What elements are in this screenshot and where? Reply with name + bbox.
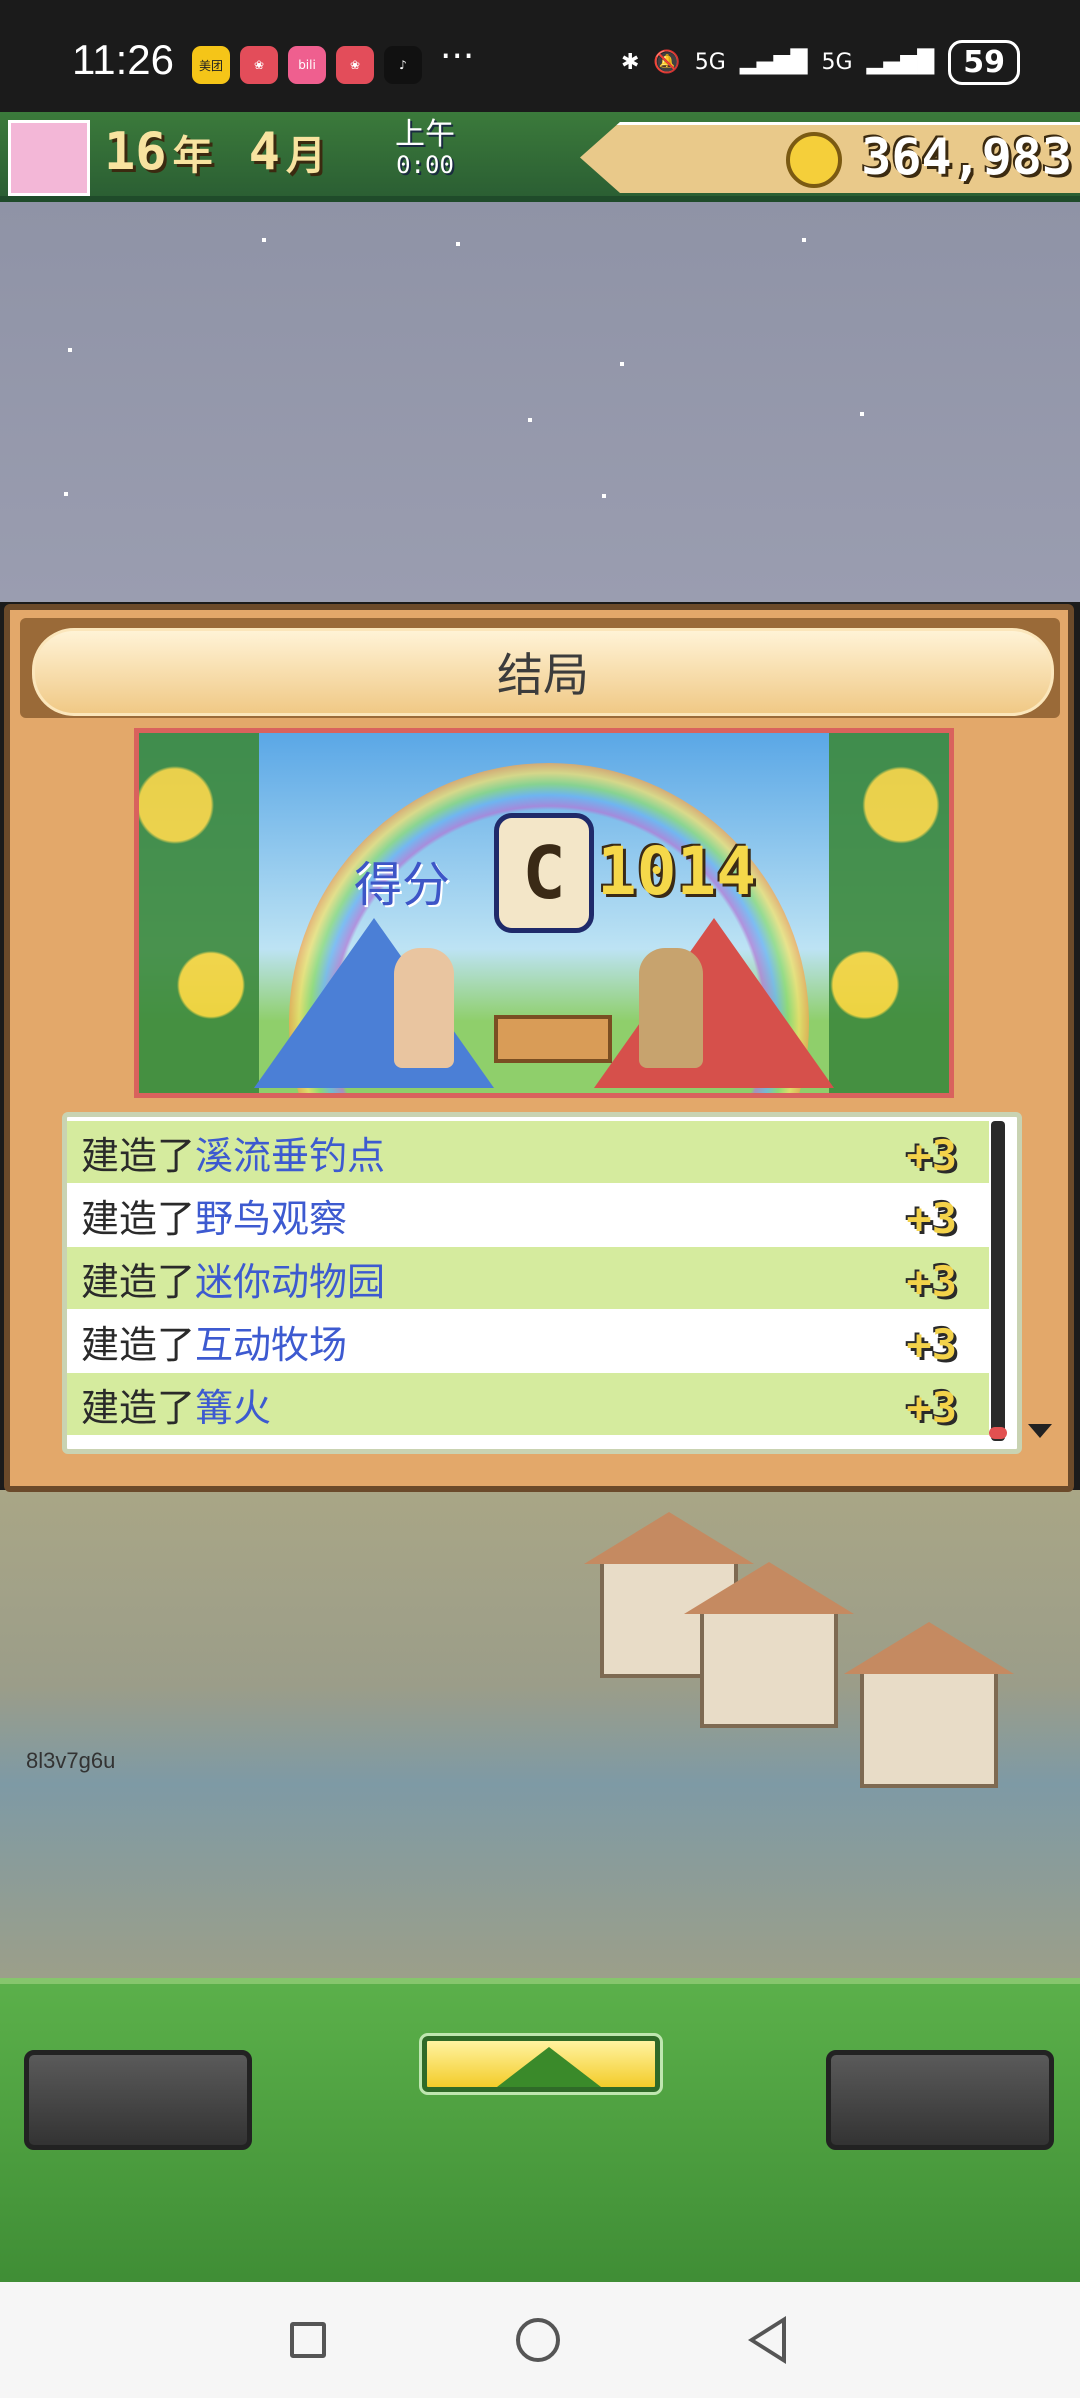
list-item: 建造了 迷你动物园 +3 [67, 1247, 989, 1309]
game-time: 上午 0:00 [395, 120, 455, 180]
more-notifications-icon: ··· [440, 36, 475, 77]
row-facility: 溪流垂钓点 [195, 1133, 386, 1178]
rank-badge: C [494, 813, 594, 933]
row-bonus: +3 [906, 1320, 957, 1369]
left-button[interactable] [24, 2050, 252, 2150]
clock-label: 0:00 [396, 151, 454, 179]
year-unit: 年 [172, 133, 213, 179]
row-facility: 篝火 [195, 1385, 272, 1430]
scrollbar-thumb[interactable] [989, 1427, 1007, 1439]
list-item: 建造了 篝火 +3 [67, 1373, 989, 1435]
bilibili-icon: bili [288, 46, 326, 84]
red-tent [594, 918, 834, 1088]
recent-apps-icon[interactable] [290, 2322, 326, 2358]
signal-bars-icon: ▂▄▆█ [866, 50, 935, 75]
period-label: 上午 [395, 117, 455, 152]
row-facility: 互动牧场 [195, 1322, 348, 1367]
money-amount: 364,983 [861, 128, 1072, 186]
promo-app-icon: ❀ [336, 46, 374, 84]
cabin [684, 1562, 854, 1728]
promo-app-icon: ❀ [240, 46, 278, 84]
score-label: 得分 [354, 857, 451, 913]
signal-bars-icon: ▂▄▆█ [739, 50, 808, 75]
camper-girl [394, 948, 454, 1068]
blue-tent [254, 918, 494, 1088]
home-icon[interactable] [516, 2318, 560, 2362]
result-dialog: 结局 得分 C 1014 建造了 溪流垂钓点 +3 建造了 野鸟观察 +3 建造… [4, 604, 1074, 1492]
scroll-down-arrow-icon[interactable] [1028, 1424, 1052, 1438]
flower-border-right [829, 733, 949, 1093]
mute-icon: 🔕 [653, 50, 681, 75]
blossom-avatar-icon[interactable] [8, 120, 90, 196]
list-item: 建造了 野鸟观察 +3 [67, 1184, 989, 1246]
status-time: 11:26 [72, 36, 174, 83]
dialog-title: 结局 [32, 628, 1054, 716]
month-number: 4 [248, 122, 280, 182]
row-facility: 野鸟观察 [195, 1196, 348, 1241]
row-prefix: 建造了 [81, 1196, 196, 1241]
tiktok-icon: ♪ [384, 46, 422, 84]
control-panel [0, 1978, 1080, 2288]
back-icon[interactable] [748, 2316, 786, 2364]
row-prefix: 建造了 [81, 1259, 196, 1304]
row-facility: 迷你动物园 [195, 1259, 386, 1304]
achievement-list[interactable]: 建造了 溪流垂钓点 +3 建造了 野鸟观察 +3 建造了 迷你动物园 +3 建造… [62, 1112, 1022, 1454]
year-number: 16 [104, 122, 167, 182]
row-prefix: 建造了 [81, 1385, 196, 1430]
camper-explorer [639, 948, 703, 1068]
right-button[interactable] [826, 2050, 1054, 2150]
bluetooth-icon: ✱ [620, 50, 640, 75]
signal-label: 5G [694, 50, 726, 75]
player-id-label: 8l3v7g6u [26, 1748, 116, 1773]
month-unit: 月 [285, 133, 326, 179]
cabin [844, 1622, 1014, 1788]
wooden-table [494, 1015, 612, 1063]
system-nav-bar [0, 2282, 1080, 2398]
park-scene [0, 1490, 1080, 1980]
dialog-title-text: 结局 [497, 648, 589, 702]
row-bonus: +3 [906, 1257, 957, 1306]
score-value: 1014 [597, 833, 756, 910]
status-indicators: ✱ 🔕 5G ▂▄▆█ 5G ▂▄▆█ 59 [621, 40, 1020, 85]
score-banner: 得分 C 1014 [134, 728, 954, 1098]
status-bar: 11:26 美团 ❀ bili ❀ ♪ ··· ✱ 🔕 5G ▂▄▆█ 5G ▂… [0, 0, 1080, 112]
row-prefix: 建造了 [81, 1133, 196, 1178]
flower-border-left [139, 733, 259, 1093]
collapse-button[interactable] [419, 2033, 663, 2095]
notification-icons: 美团 ❀ bili ❀ ♪ [192, 46, 422, 84]
up-arrow-icon [497, 2047, 601, 2087]
row-bonus: +3 [906, 1383, 957, 1432]
list-item: 建造了 溪流垂钓点 +3 [67, 1121, 989, 1183]
game-date: 16 年 4 月 [104, 122, 326, 182]
game-top-bar: 16 年 4 月 上午 0:00 364,983 [0, 112, 1080, 202]
row-bonus: +3 [906, 1194, 957, 1243]
battery-indicator: 59 [948, 40, 1020, 85]
row-bonus: +3 [906, 1131, 957, 1180]
signal-label: 5G [821, 50, 853, 75]
coin-icon [786, 132, 842, 188]
row-prefix: 建造了 [81, 1322, 196, 1367]
meituan-icon: 美团 [192, 46, 230, 84]
list-scrollbar[interactable] [991, 1121, 1005, 1441]
list-item: 建造了 互动牧场 +3 [67, 1310, 989, 1372]
night-sky [0, 202, 1080, 602]
